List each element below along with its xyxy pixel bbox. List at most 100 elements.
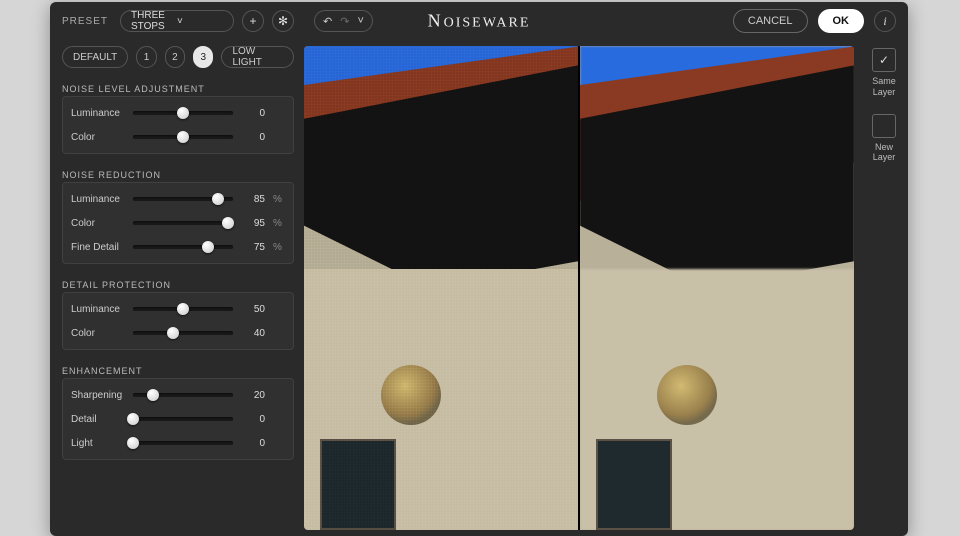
slider-track[interactable]: [133, 221, 233, 225]
info-icon: i: [883, 15, 886, 27]
layer-label: SameLayer: [872, 76, 896, 98]
cancel-button[interactable]: CANCEL: [733, 9, 808, 33]
slider-knob[interactable]: [177, 131, 189, 143]
slider-value: 0: [241, 108, 265, 119]
slider-label: Color: [71, 218, 125, 229]
slider-value: 85: [241, 194, 265, 205]
slider-track[interactable]: [133, 331, 233, 335]
tab-default[interactable]: DEFAULT: [62, 46, 128, 68]
section-title: ENHANCEMENT: [62, 366, 294, 376]
history-group: ↶ ↷ ˅: [314, 10, 373, 32]
slider-value: 75: [241, 242, 265, 253]
slider-row: Luminance 85 %: [71, 189, 285, 209]
slider-unit: %: [273, 242, 285, 253]
slider-knob[interactable]: [222, 217, 234, 229]
slider-value: 0: [241, 414, 265, 425]
slider-knob[interactable]: [177, 107, 189, 119]
slider-row: Detail 0: [71, 409, 285, 429]
add-preset-button[interactable]: +: [242, 10, 264, 32]
slider-row: Color 0: [71, 127, 285, 147]
slider-row: Luminance 0: [71, 103, 285, 123]
slider-label: Luminance: [71, 194, 125, 205]
section-title: NOISE REDUCTION: [62, 170, 294, 180]
app-window: PRESET THREE STOPS ˅ + ✻ ↶ ↷ ˅ NOISEWARE…: [50, 2, 908, 536]
layer-label: NewLayer: [873, 142, 896, 164]
slider-label: Detail: [71, 414, 125, 425]
slider-knob[interactable]: [127, 437, 139, 449]
left-panel: DEFAULT 1 2 3 LOW LIGHT NOISE LEVEL ADJU…: [50, 40, 304, 536]
slider-track[interactable]: [133, 307, 233, 311]
slider-row: Luminance 50: [71, 299, 285, 319]
tab-3[interactable]: 3: [193, 46, 213, 68]
layer-option-new[interactable]: NewLayer: [872, 114, 896, 164]
slider-track[interactable]: [133, 417, 233, 421]
slider-value: 0: [241, 132, 265, 143]
section-title: NOISE LEVEL ADJUSTMENT: [62, 84, 294, 94]
gear-icon: ✻: [278, 15, 288, 27]
preview-after: [580, 46, 854, 530]
preset-value: THREE STOPS: [131, 10, 177, 32]
chevron-down-icon: ˅: [177, 16, 223, 27]
preset-settings-button[interactable]: ✻: [272, 10, 294, 32]
slider-value: 95: [241, 218, 265, 229]
redo-icon[interactable]: ↷: [340, 15, 349, 28]
slider-label: Fine Detail: [71, 242, 125, 253]
slider-knob[interactable]: [147, 389, 159, 401]
slider-knob[interactable]: [212, 193, 224, 205]
slider-row: Color 95 %: [71, 213, 285, 233]
ok-button-label: OK: [833, 15, 850, 27]
right-sidebar: ✓ SameLayer NewLayer: [860, 40, 908, 536]
slider-unit: %: [273, 194, 285, 205]
slider-group: Luminance 85 % Color 95 % Fine Detail: [62, 182, 294, 264]
slider-group: Luminance 0 Color 0: [62, 96, 294, 154]
slider-label: Light: [71, 438, 125, 449]
slider-knob[interactable]: [167, 327, 179, 339]
cancel-button-label: CANCEL: [748, 15, 793, 27]
section-detail-protection: DETAIL PROTECTION Luminance 50 Color 40: [62, 276, 294, 350]
slider-row: Sharpening 20: [71, 385, 285, 405]
slider-label: Luminance: [71, 304, 125, 315]
slider-track[interactable]: [133, 111, 233, 115]
preset-tabrow: DEFAULT 1 2 3 LOW LIGHT: [62, 46, 294, 68]
slider-group: Luminance 50 Color 40: [62, 292, 294, 350]
slider-value: 40: [241, 328, 265, 339]
chevron-down-icon[interactable]: ˅: [357, 15, 363, 27]
section-title: DETAIL PROTECTION: [62, 280, 294, 290]
section-noise-reduction: NOISE REDUCTION Luminance 85 % Color 95 …: [62, 166, 294, 264]
undo-icon[interactable]: ↶: [323, 15, 332, 28]
preset-select[interactable]: THREE STOPS ˅: [120, 10, 234, 32]
slider-track[interactable]: [133, 197, 233, 201]
slider-knob[interactable]: [177, 303, 189, 315]
slider-track[interactable]: [133, 245, 233, 249]
slider-value: 20: [241, 390, 265, 401]
tab-lowlight[interactable]: LOW LIGHT: [221, 46, 294, 68]
slider-row: Light 0: [71, 433, 285, 453]
app-title: NOISEWARE: [428, 11, 531, 32]
info-button[interactable]: i: [874, 10, 896, 32]
section-noise-level: NOISE LEVEL ADJUSTMENT Luminance 0 Color…: [62, 80, 294, 154]
checkbox-icon: ✓: [872, 48, 896, 72]
preview-area[interactable]: [304, 46, 854, 530]
layer-option-same[interactable]: ✓ SameLayer: [872, 48, 896, 98]
ok-button[interactable]: OK: [818, 9, 865, 33]
slider-label: Color: [71, 132, 125, 143]
preview-before: [304, 46, 578, 530]
slider-knob[interactable]: [202, 241, 214, 253]
slider-row: Color 40: [71, 323, 285, 343]
slider-label: Color: [71, 328, 125, 339]
slider-label: Sharpening: [71, 390, 125, 401]
section-enhancement: ENHANCEMENT Sharpening 20 Detail 0: [62, 362, 294, 460]
preset-label: PRESET: [62, 16, 108, 27]
slider-track[interactable]: [133, 393, 233, 397]
tab-1[interactable]: 1: [136, 46, 156, 68]
plus-icon: +: [250, 15, 257, 27]
slider-group: Sharpening 20 Detail 0 Light 0: [62, 378, 294, 460]
slider-knob[interactable]: [127, 413, 139, 425]
slider-label: Luminance: [71, 108, 125, 119]
slider-value: 0: [241, 438, 265, 449]
slider-track[interactable]: [133, 135, 233, 139]
tab-2[interactable]: 2: [165, 46, 185, 68]
slider-unit: %: [273, 218, 285, 229]
slider-track[interactable]: [133, 441, 233, 445]
slider-value: 50: [241, 304, 265, 315]
